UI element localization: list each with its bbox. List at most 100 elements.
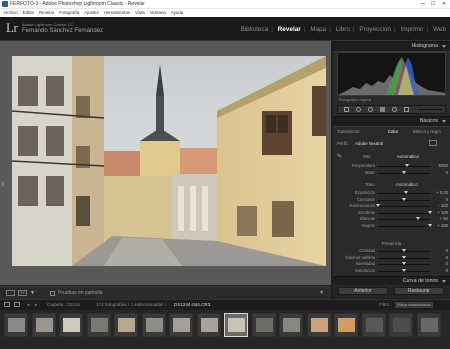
folder-source[interactable]: Carpeta : 01244 [47, 300, 80, 310]
menu-ventana[interactable]: Ventana [150, 10, 166, 15]
loupe-view-icon[interactable] [6, 290, 15, 296]
tool-strip-slider[interactable] [418, 109, 442, 110]
previous-button[interactable]: Anterior [338, 287, 388, 295]
tone-label: Tono [365, 182, 375, 187]
before-after-icon[interactable]: YY [18, 290, 27, 296]
minimize-button[interactable]: — [418, 0, 428, 8]
soft-proofing-checkbox[interactable] [50, 291, 55, 296]
filmstrip-thumbnail[interactable] [251, 313, 276, 337]
crop-tool-icon[interactable] [344, 107, 349, 112]
slider-value[interactable]: 0 [431, 268, 448, 274]
radial-filter-icon[interactable] [392, 107, 397, 112]
spot-removal-icon[interactable] [356, 107, 361, 112]
module-mapa[interactable]: Mapa [310, 26, 326, 33]
collapse-icon[interactable] [442, 120, 446, 123]
slider-value[interactable]: 0 [431, 197, 448, 203]
slider-track[interactable] [378, 206, 430, 207]
reset-button[interactable]: Restaurar [394, 287, 444, 295]
slider-value[interactable]: + 100 [431, 223, 448, 229]
filmstrip-thumbnail[interactable] [31, 313, 56, 337]
filmstrip-thumbnail[interactable] [334, 313, 358, 337]
filmstrip-thumbnail[interactable] [279, 313, 303, 337]
forward-arrow-icon[interactable]: ▸ [35, 300, 37, 310]
slider-value[interactable]: 0 [431, 170, 448, 176]
slider-value[interactable]: 0 [431, 248, 448, 254]
filmstrip-thumbnail[interactable] [59, 313, 83, 337]
basic-header[interactable]: Básicos [333, 116, 450, 127]
slider-value[interactable]: 5850 [431, 163, 448, 169]
filmstrip-thumbnail[interactable] [306, 313, 331, 337]
menu-vista[interactable]: Vista [135, 10, 145, 15]
back-arrow-icon[interactable]: ◂ [27, 300, 29, 310]
grid-view-icon[interactable] [14, 302, 20, 307]
slider-value[interactable]: + 54 [431, 216, 448, 222]
window-title-bar: FERFOTO-3 - Adobe Photoshop Lightroom Cl… [0, 0, 450, 8]
module-libro[interactable]: Libro [336, 26, 350, 33]
before-after-dropdown-icon[interactable]: ▾ [31, 289, 34, 296]
wb-eyedropper-icon[interactable]: ✎ [337, 153, 342, 160]
maximize-button[interactable]: ☐ [428, 0, 438, 8]
presence-label: Presencia [381, 241, 402, 246]
secondary-display-icon[interactable] [4, 302, 10, 307]
left-panel-toggle-icon[interactable] [1, 181, 4, 187]
slider-track[interactable] [378, 212, 430, 214]
slider-thumb[interactable] [402, 197, 406, 201]
filmstrip-thumbnail[interactable] [169, 313, 193, 337]
menu-archivo[interactable]: Archivo [3, 10, 18, 15]
module-web[interactable]: Web [433, 26, 446, 33]
slider-thumb[interactable] [402, 262, 406, 265]
filmstrip-thumbnail[interactable] [224, 313, 248, 337]
filmstrip-thumbnail[interactable] [416, 313, 441, 337]
wb-dropdown[interactable]: Automático [397, 154, 419, 159]
menu-revelar[interactable]: Revelar [39, 10, 54, 15]
treatment-color[interactable]: Color [388, 129, 398, 134]
filmstrip-thumbnail[interactable] [86, 313, 111, 337]
slider-thumb[interactable] [402, 170, 406, 174]
slider-track[interactable] [378, 219, 430, 220]
slider-thumb[interactable] [403, 191, 408, 194]
menu-editar[interactable]: Editar [23, 10, 34, 15]
slider-thumb[interactable] [402, 255, 406, 259]
close-button[interactable]: ✕ [439, 0, 449, 8]
slider-value[interactable]: 0 [431, 261, 448, 267]
slider-row: Blancos + 54 [333, 216, 450, 222]
graduated-filter-icon[interactable] [380, 107, 385, 112]
tone-auto-button[interactable]: Automático [396, 182, 418, 187]
menu-ayuda[interactable]: Ayuda [171, 10, 183, 15]
histogram-header[interactable]: Histograma [333, 41, 450, 52]
adjustment-brush-icon[interactable] [404, 107, 409, 112]
slider-thumb[interactable] [404, 164, 409, 167]
red-eye-icon[interactable] [368, 107, 373, 112]
module-biblioteca[interactable]: Biblioteca [241, 26, 269, 33]
menu-ajustes[interactable]: Ajustes [84, 10, 98, 15]
collapse-icon[interactable] [442, 280, 446, 283]
toolbar-menu-icon[interactable]: ▾ [320, 289, 323, 296]
filmstrip-thumbnail[interactable] [361, 313, 386, 337]
slider-thumb[interactable] [402, 268, 406, 272]
slider-value[interactable]: - 100 [431, 203, 448, 209]
filmstrip-thumbnail[interactable] [141, 313, 166, 337]
filmstrip-thumbnail[interactable] [4, 313, 28, 337]
slider-track[interactable] [378, 225, 430, 227]
module-imprimir[interactable]: Imprimir [400, 26, 423, 33]
filmstrip-thumbnail[interactable] [114, 313, 138, 337]
module-proyeccion[interactable]: Proyección [359, 26, 391, 33]
filter-dropdown[interactable]: Filtros desactivados [395, 302, 433, 308]
slider-value[interactable]: 0 [431, 255, 448, 261]
profile-dropdown[interactable]: Adobe Neutral [355, 141, 383, 146]
slider-thumb[interactable] [402, 249, 406, 252]
slider-thumb[interactable] [376, 204, 380, 207]
filmstrip-thumbnail[interactable] [389, 313, 413, 337]
collapse-icon[interactable] [442, 45, 446, 48]
treatment-bw[interactable]: Blanco y negro [413, 129, 441, 134]
photo-preview[interactable] [12, 56, 326, 266]
menu-fotografia[interactable]: Fotografía [59, 10, 79, 15]
filmstrip-thumbnail[interactable] [196, 313, 221, 337]
module-revelar[interactable]: Revelar [278, 26, 301, 33]
slider-value[interactable]: + 100 [431, 210, 448, 216]
menu-herramientas[interactable]: Herramientas [104, 10, 130, 15]
histogram[interactable] [337, 52, 446, 96]
slider-value[interactable]: + 0,33 [431, 190, 448, 196]
slider-thumb[interactable] [416, 217, 421, 220]
profile-browser-icon[interactable] [429, 140, 437, 146]
